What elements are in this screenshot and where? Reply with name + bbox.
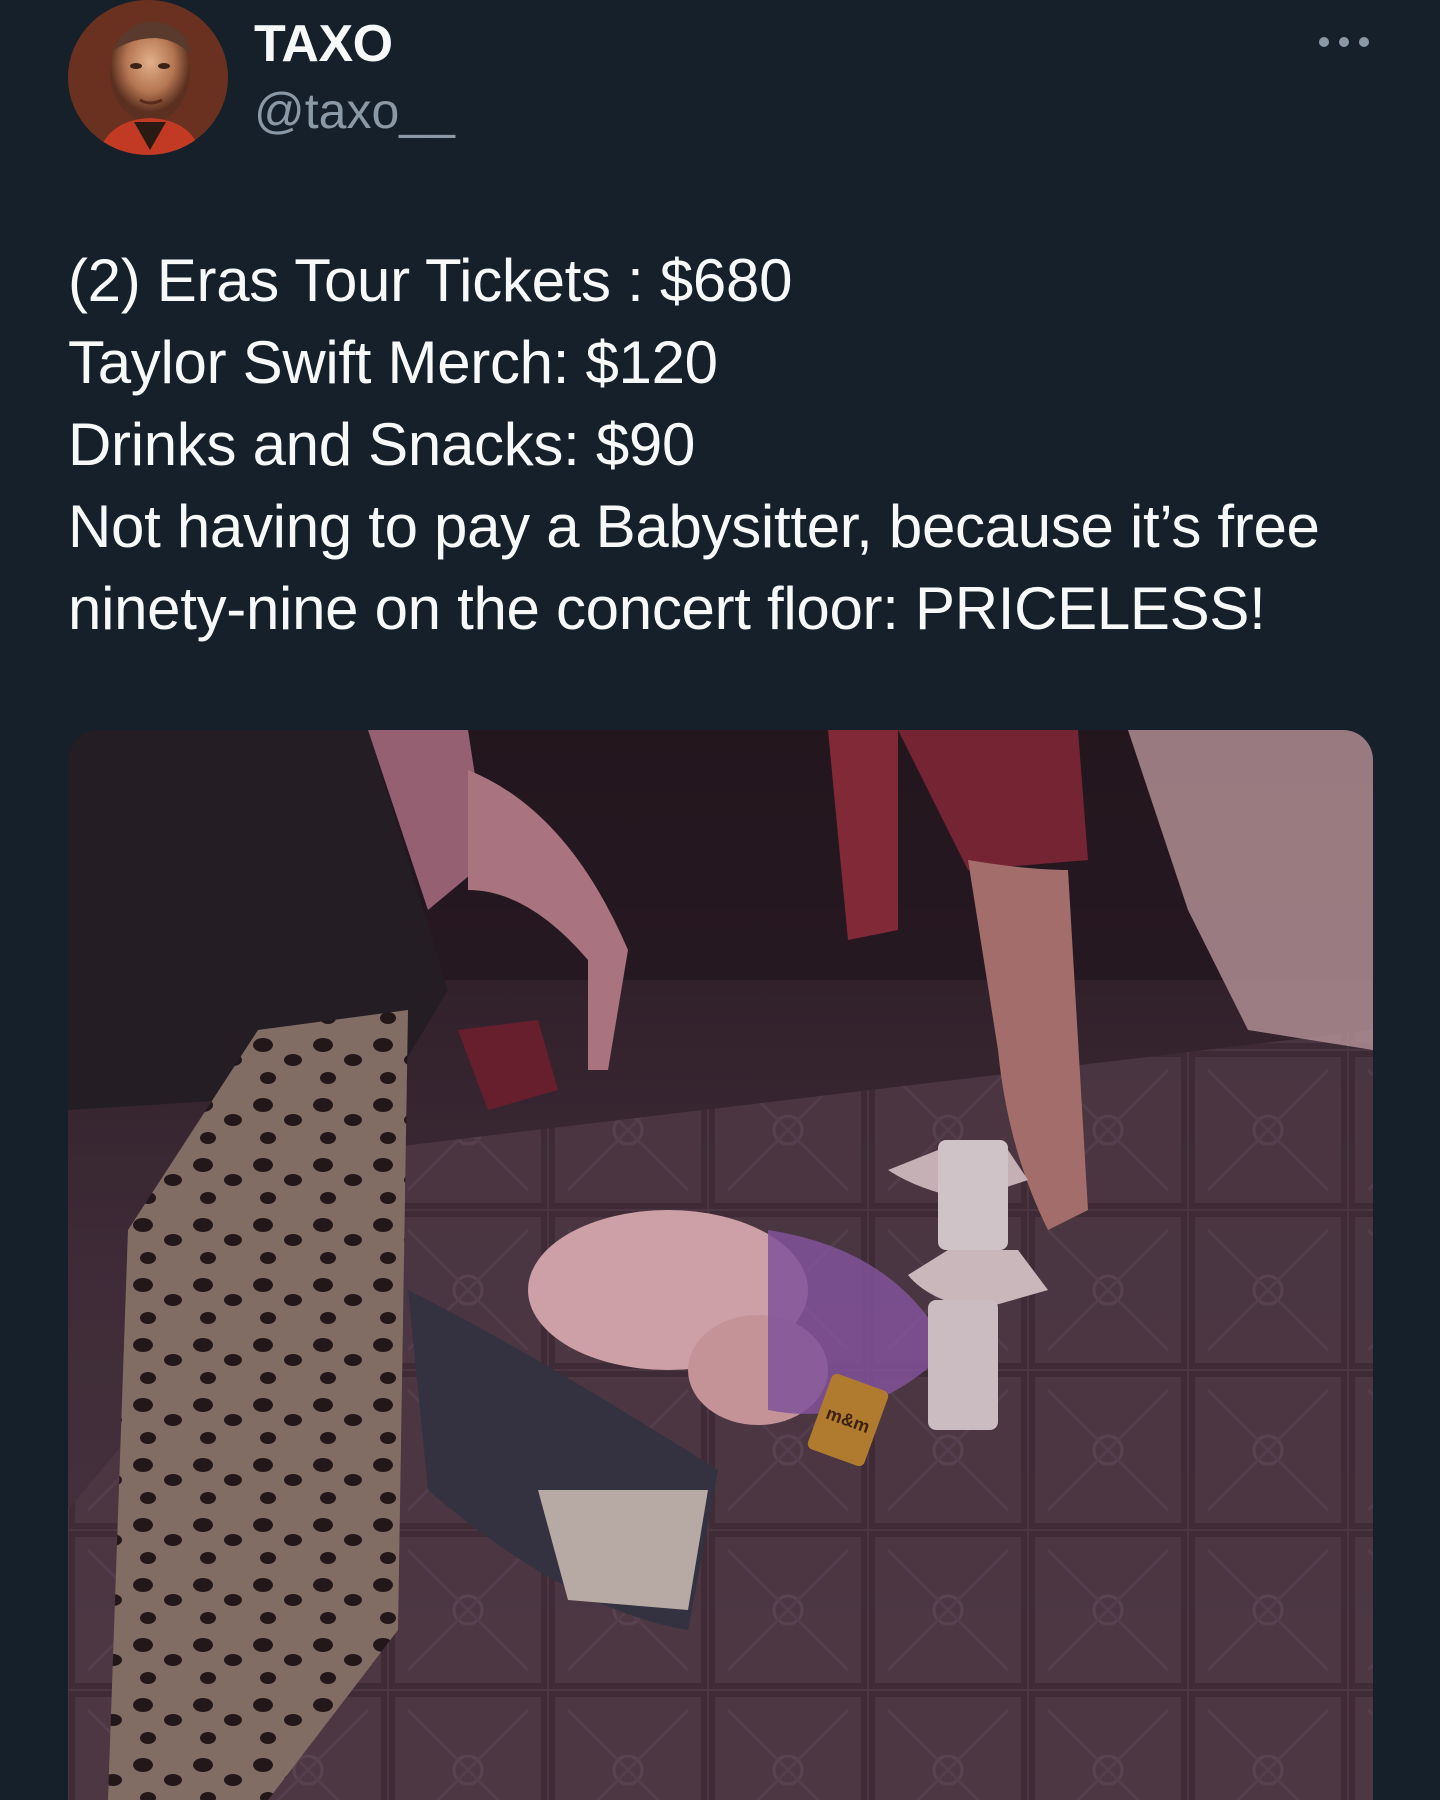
tweet-text-line: Not having to pay a Babysitter, because … bbox=[68, 493, 1320, 560]
profile-photo-icon bbox=[68, 0, 228, 155]
avatar[interactable] bbox=[68, 0, 228, 155]
more-dots-icon bbox=[1319, 37, 1369, 47]
tweet-body: (2) Eras Tour Tickets : $680 Taylor Swif… bbox=[68, 240, 1388, 650]
tweet-header: TAXO @taxo__ bbox=[0, 0, 1440, 170]
tweet-text-line: (2) Eras Tour Tickets : $680 bbox=[68, 247, 793, 314]
tweet-media-photo[interactable]: m&m bbox=[68, 730, 1373, 1800]
tweet-text-line: Drinks and Snacks: $90 bbox=[68, 411, 696, 478]
photo-image: m&m bbox=[68, 730, 1373, 1800]
tweet-text-line: Taylor Swift Merch: $120 bbox=[68, 329, 718, 396]
tweet-card: TAXO @taxo__ (2) Eras Tour Tickets : $68… bbox=[0, 0, 1440, 1800]
author-handle[interactable]: @taxo__ bbox=[254, 82, 455, 140]
tweet-text-line: ninety-nine on the concert floor: PRICEL… bbox=[68, 575, 1266, 642]
author-display-name[interactable]: TAXO bbox=[254, 14, 393, 74]
more-options-button[interactable] bbox=[1312, 22, 1376, 62]
